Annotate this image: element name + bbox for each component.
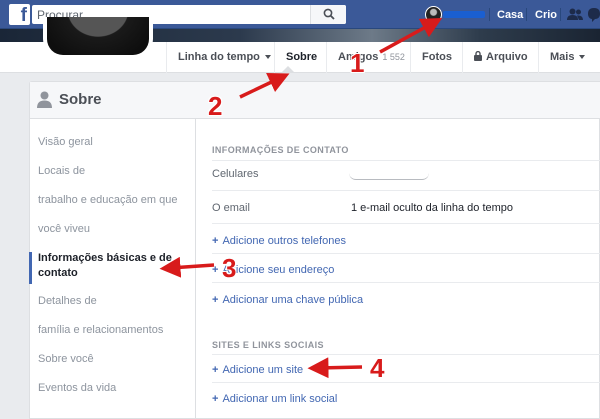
link-label: Adicione um site <box>222 364 304 376</box>
sidebar-item-places-lived[interactable]: você viveu <box>38 222 90 237</box>
tab-label: Sobre <box>286 51 318 63</box>
tab-archive[interactable]: Arquivo <box>462 42 538 73</box>
sidebar-item-work-education[interactable]: trabalho e educação em que <box>38 193 177 208</box>
link-label: Adicione outros telefones <box>222 235 346 247</box>
about-sidebar: Visão geral Locais de trabalho e educaçã… <box>29 119 196 419</box>
tab-label: Mais <box>550 51 575 63</box>
sidebar-item-family[interactable]: família e relacionamentos <box>38 323 163 338</box>
phones-label: Celulares <box>212 168 259 180</box>
user-name-redacted[interactable] <box>443 11 485 18</box>
email-value[interactable]: 1 e-mail oculto da linha do tempo <box>351 202 513 214</box>
lock-icon <box>474 50 482 61</box>
link-label: Adicionar um link social <box>222 393 338 405</box>
plus-icon: + <box>212 393 219 405</box>
link-label: Adicionar uma chave pública <box>222 294 364 306</box>
tab-timeline[interactable]: Linha do tempo <box>166 42 274 73</box>
home-link[interactable]: Casa <box>497 9 523 21</box>
page-title: Sobre <box>59 91 102 108</box>
divider <box>560 8 561 21</box>
plus-icon: + <box>212 364 219 376</box>
tab-label: Arquivo <box>486 51 528 63</box>
active-item-indicator <box>29 252 32 284</box>
search-icon <box>323 8 335 20</box>
divider <box>212 382 600 383</box>
sidebar-item-life-events[interactable]: Eventos da vida <box>38 381 116 396</box>
add-phones-link[interactable]: + Adicione outros telefones <box>212 235 346 247</box>
tab-more[interactable]: Mais <box>538 42 600 73</box>
sidebar-item-contact-basic-info[interactable]: Informações básicas e de <box>38 251 172 266</box>
friend-requests-icon[interactable] <box>567 8 583 21</box>
card-header: Sobre <box>30 82 600 119</box>
tab-label: Linha do tempo <box>178 51 260 63</box>
person-icon <box>37 91 52 108</box>
add-social-link[interactable]: + Adicionar um link social <box>212 393 337 405</box>
user-avatar[interactable] <box>425 6 442 23</box>
plus-icon: + <box>212 264 219 276</box>
divider <box>212 223 600 224</box>
divider <box>526 8 527 21</box>
email-label: O email <box>212 202 250 214</box>
annotation-number-2: 2 <box>208 91 223 121</box>
divider <box>212 282 600 283</box>
messenger-icon[interactable] <box>588 7 600 22</box>
search-button[interactable] <box>310 5 346 24</box>
about-card: Sobre Visão geral Locais de trabalho e e… <box>29 81 600 419</box>
plus-icon: + <box>212 235 219 247</box>
sidebar-item-family[interactable]: Detalhes de <box>38 294 97 309</box>
divider <box>212 354 600 355</box>
plus-icon: + <box>212 294 219 306</box>
contact-section-title: INFORMAÇÕES DE CONTATO <box>212 145 349 155</box>
sites-section-title: SITES E LINKS SOCIAIS <box>212 340 324 350</box>
tab-photos[interactable]: Fotos <box>410 42 462 73</box>
divider <box>212 190 600 191</box>
sidebar-item-work-education[interactable]: Locais de <box>38 164 85 179</box>
phone-value-redacted <box>349 173 429 180</box>
sidebar-item-contact-basic-info[interactable]: contato <box>38 266 78 281</box>
annotation-number-3: 3 <box>222 253 237 283</box>
profile-picture[interactable] <box>43 17 153 59</box>
active-tab-indicator <box>282 66 294 72</box>
divider <box>489 8 490 21</box>
annotation-number-4: 4 <box>370 353 385 383</box>
annotation-number-1: 1 <box>350 48 365 78</box>
friends-count: 1 552 <box>382 52 405 62</box>
tab-friends[interactable]: Amigos 1 552 <box>326 42 410 73</box>
add-website-link[interactable]: + Adicione um site <box>212 364 303 376</box>
add-public-key-link[interactable]: + Adicionar uma chave pública <box>212 294 363 306</box>
sidebar-item-overview[interactable]: Visão geral <box>38 135 93 150</box>
divider <box>212 253 600 254</box>
chevron-down-icon <box>579 55 586 60</box>
create-link[interactable]: Crio <box>535 9 557 21</box>
divider <box>212 160 600 161</box>
sidebar-item-about-you[interactable]: Sobre você <box>38 352 94 367</box>
tab-label: Fotos <box>422 51 452 63</box>
facebook-logo-icon[interactable]: f <box>9 4 30 25</box>
link-label: Adicione seu endereço <box>222 264 335 276</box>
chevron-down-icon <box>264 55 271 60</box>
